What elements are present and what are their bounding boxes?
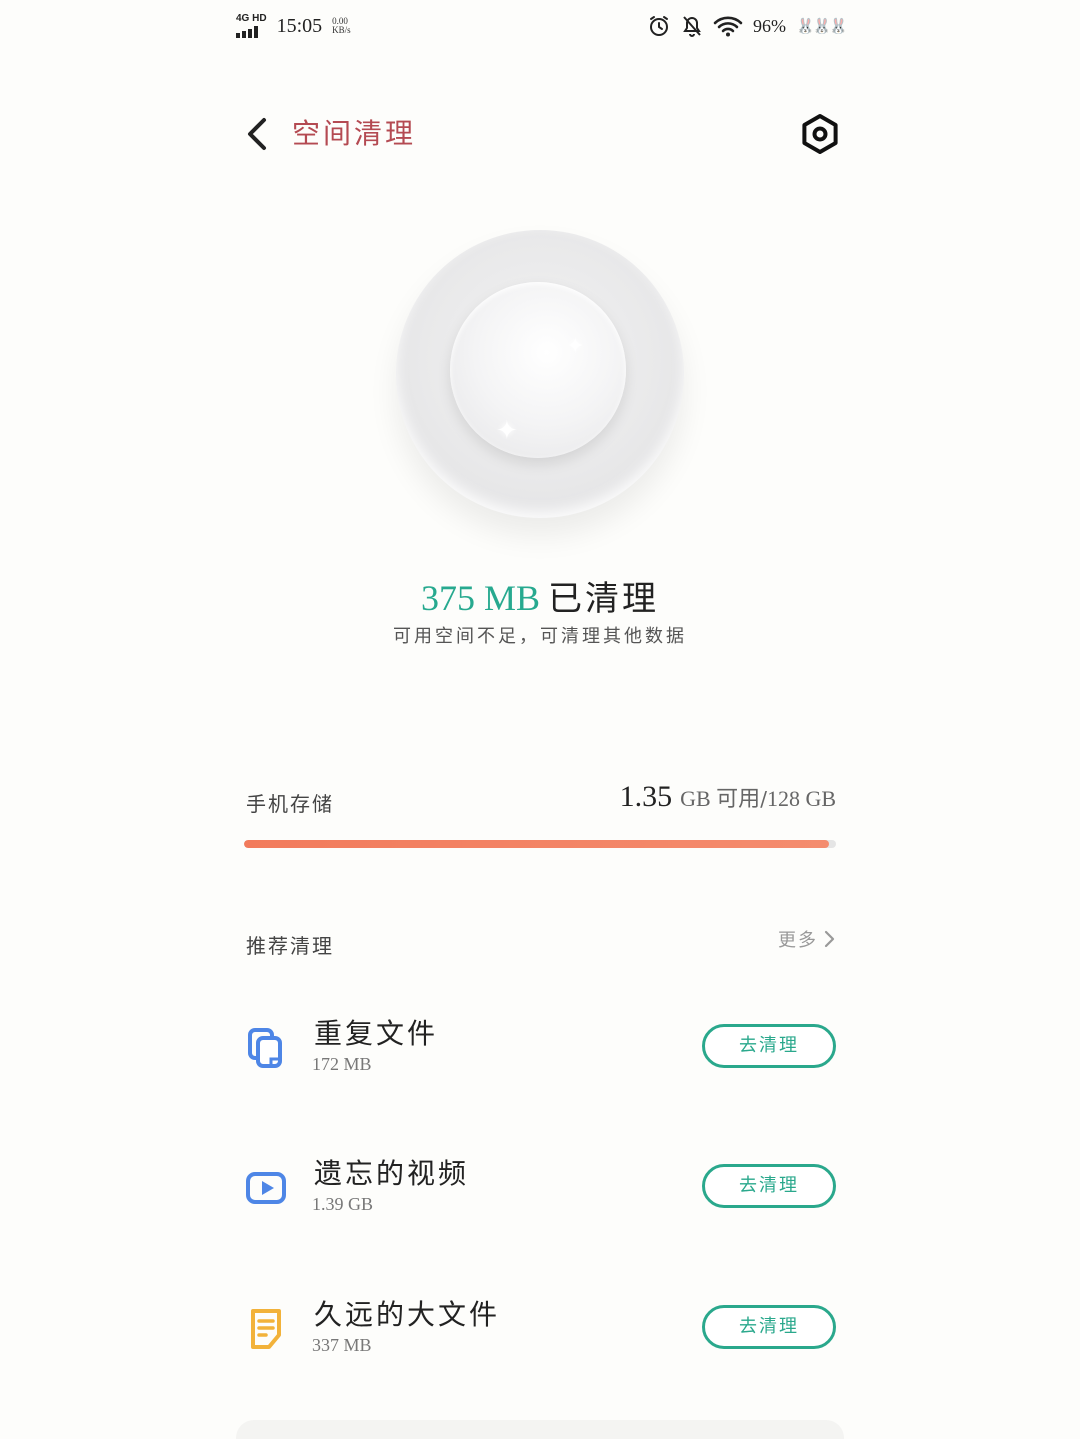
wifi-icon [713, 16, 743, 37]
network-type: 4G HD [236, 13, 267, 24]
list-item-forgotten-videos: 遗忘的视频 1.39 GB 去清理 [244, 1148, 836, 1228]
chevron-left-icon [248, 118, 266, 150]
item-size: 1.39 GB [312, 1194, 374, 1214]
cleaned-subtitle: 可用空间不足，可清理其他数据 [393, 626, 687, 647]
space-cleanup-screen: 4G HD 15:05 0.00 KB/s 96% 🐰🐰🐰 空间清理 ✦ ✦ 3… [0, 0, 1080, 1439]
mute-bell-icon [683, 16, 701, 37]
cleaned-label: 已清理 [548, 579, 660, 619]
bottom-card-edge [236, 1420, 844, 1439]
back-button[interactable] [240, 112, 276, 156]
signal-icon: 4G HD [236, 14, 267, 38]
storage-value: 1.35 GB 可用/128 GB [620, 780, 836, 814]
list-item-old-large-files: 久远的大文件 337 MB 去清理 [244, 1289, 836, 1369]
chevron-right-icon [824, 930, 835, 948]
storage-progress-bar [244, 840, 836, 848]
list-item-duplicate-files: 重复文件 172 MB 去清理 [244, 1008, 836, 1088]
video-icon [246, 1172, 286, 1204]
document-icon [251, 1309, 281, 1349]
storage-progress-fill [244, 840, 830, 848]
item-name: 遗忘的视频 [314, 1157, 470, 1190]
more-label: 更多 [778, 930, 818, 951]
clean-button-old-large-files[interactable]: 去清理 [702, 1305, 836, 1349]
duplicate-files-icon [248, 1028, 282, 1068]
cleaned-amount: 375 MB [420, 578, 541, 618]
clean-button-forgotten-videos[interactable]: 去清理 [702, 1164, 836, 1208]
recommend-title: 推荐清理 [246, 934, 334, 958]
status-right: 96% 🐰🐰🐰 [647, 14, 848, 38]
item-name: 重复文件 [314, 1017, 439, 1050]
sparkle-icon: ✦ [566, 334, 585, 359]
cleaned-summary: 375 MB 已清理 [0, 572, 1080, 625]
more-link[interactable]: 更多 [778, 926, 836, 952]
item-size: 337 MB [312, 1335, 372, 1355]
clock: 15:05 [276, 14, 323, 37]
network-speed: 0.00 KB/s [332, 16, 351, 36]
bowl-center [450, 282, 626, 458]
clean-bowl-illustration: ✦ ✦ [396, 230, 684, 518]
item-size: 172 MB [312, 1054, 372, 1074]
storage-separator: / [760, 787, 767, 811]
status-bar: 4G HD 15:05 0.00 KB/s 96% 🐰🐰🐰 [236, 0, 848, 52]
battery-decoration-icon: 🐰🐰🐰 [795, 17, 848, 35]
storage-label: 手机存储 [246, 792, 334, 816]
alarm-icon [649, 16, 668, 36]
storage-free-unit: GB 可用 [680, 786, 761, 811]
clean-button-duplicate-files[interactable]: 去清理 [702, 1024, 836, 1068]
speed-unit: KB/s [332, 25, 351, 35]
storage-total: 128 GB [766, 786, 836, 811]
status-left: 4G HD 15:05 0.00 KB/s [236, 14, 351, 38]
sparkle-icon: ✦ [496, 416, 518, 446]
item-name: 久远的大文件 [314, 1298, 501, 1331]
settings-button[interactable] [798, 112, 842, 156]
battery-percent: 96% [752, 15, 786, 36]
gear-icon [802, 114, 838, 154]
storage-free: 1.35 [619, 780, 673, 813]
page-title: 空间清理 [292, 117, 417, 150]
